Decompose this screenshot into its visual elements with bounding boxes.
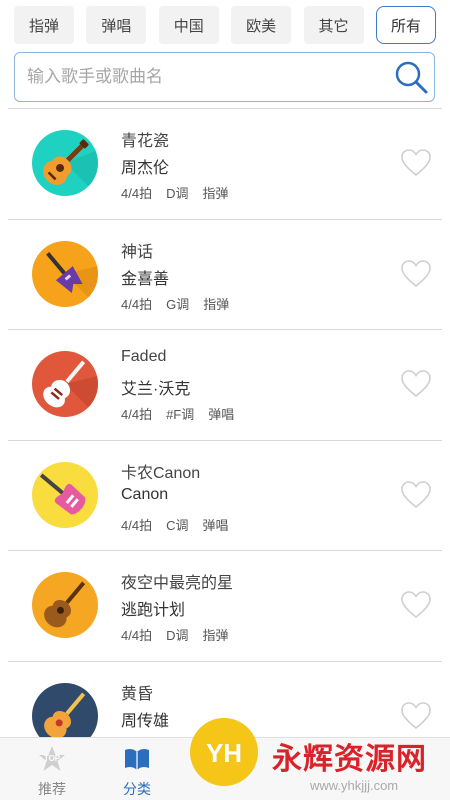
electric-guitar-icon [32,240,98,307]
filter-tabs: 指弹 弹唱 中国 欧美 其它 所有 [14,6,436,44]
song-title: 黄昏 [121,685,154,703]
song-key: D调 [166,186,189,201]
song-row[interactable]: 神话 金喜善 4/4拍 G调 指弹 [8,220,442,330]
svg-text:YH: YH [206,738,242,768]
filter-tab-all[interactable]: 所有 [375,6,436,44]
nav-category-label: 分类 [123,781,151,797]
watermark-logo: YH [190,718,258,786]
watermark: YH 永辉资源网 www.yhkjjj.com [190,712,450,800]
filter-tab-other[interactable]: 其它 [303,6,364,44]
song-style: 指弹 [202,628,229,643]
nav-recommend-label: 推荐 [38,781,66,797]
nav-recommend[interactable]: TOP 推荐 [22,744,82,799]
heart-icon[interactable] [400,147,432,179]
acoustic-guitar-icon [32,572,98,638]
star-top-icon: TOP [39,746,65,771]
song-key: G调 [166,296,190,312]
song-title: 青花瓷 [121,133,170,150]
song-artist: 周传雄 [121,712,170,730]
heart-icon[interactable] [400,589,432,621]
song-artist: 周杰伦 [121,160,170,177]
song-artist: 金喜善 [121,270,170,288]
song-artist: 逃跑计划 [121,602,186,619]
song-title: Faded [121,348,167,365]
song-beat: 4/4拍 [121,628,153,643]
filter-tab-western[interactable]: 欧美 [231,6,292,44]
heart-icon[interactable] [400,258,432,290]
song-meta: 4/4拍 G调 指弹 [121,294,243,313]
search-bar [14,52,435,102]
nav-recommend-badge: TOP [44,754,61,763]
song-key: #F调 [166,407,195,422]
ukulele-icon [32,682,98,737]
watermark-text: 永辉资源网 [272,743,427,776]
song-beat: 4/4拍 [121,407,153,422]
search-icon [395,61,428,94]
book-icon [125,748,149,770]
song-artist: Canon [121,485,169,503]
filter-tab-china[interactable]: 中国 [158,6,219,44]
song-title: 卡农Canon [121,464,201,482]
song-style: 指弹 [202,186,229,201]
song-title: 夜空中最亮的星 [121,575,234,592]
song-row[interactable]: 青花瓷 周杰伦 4/4拍 D调 指弹 [8,109,442,220]
song-style: 弹唱 [202,517,229,533]
electric-guitar-icon [32,351,98,417]
song-key: C调 [166,517,189,533]
song-beat: 4/4拍 [121,186,153,201]
song-meta: 4/4拍 D调 指弹 [121,625,242,644]
song-meta: 4/4拍 D调 指弹 [121,183,242,202]
song-artist: 艾兰·沃克 [121,381,191,398]
song-beat: 4/4拍 [121,296,153,312]
song-meta: 4/4拍 #F调 弹唱 [121,404,248,423]
song-row[interactable]: Faded 艾兰·沃克 4/4拍 #F调 弹唱 [8,330,442,441]
filter-tab-fingerstyle[interactable]: 指弹 [14,6,74,44]
watermark-url: www.yhkjjj.com [310,778,399,793]
song-meta: 4/4拍 C调 弹唱 [121,515,242,534]
search-button[interactable] [388,54,434,100]
song-row[interactable]: 夜空中最亮的星 逃跑计划 4/4拍 D调 指弹 [8,551,442,662]
filter-tab-strum-sing[interactable]: 弹唱 [86,6,147,44]
acoustic-guitar-icon [32,130,98,196]
song-beat: 4/4拍 [121,517,153,533]
search-input[interactable] [15,54,388,100]
song-style: 指弹 [203,296,230,312]
song-row[interactable]: 卡农Canon Canon 4/4拍 C调 弹唱 [8,441,442,551]
nav-category[interactable]: 分类 [107,744,167,799]
electric-guitar-icon [32,461,98,528]
song-list[interactable]: 青花瓷 周杰伦 4/4拍 D调 指弹 神话 金喜善 4/4拍 G调 指弹 Fad… [0,109,450,737]
song-key: D调 [166,628,189,643]
heart-icon[interactable] [400,479,432,511]
heart-icon[interactable] [400,368,432,400]
song-style: 弹唱 [208,407,235,422]
song-title: 神话 [121,243,154,261]
